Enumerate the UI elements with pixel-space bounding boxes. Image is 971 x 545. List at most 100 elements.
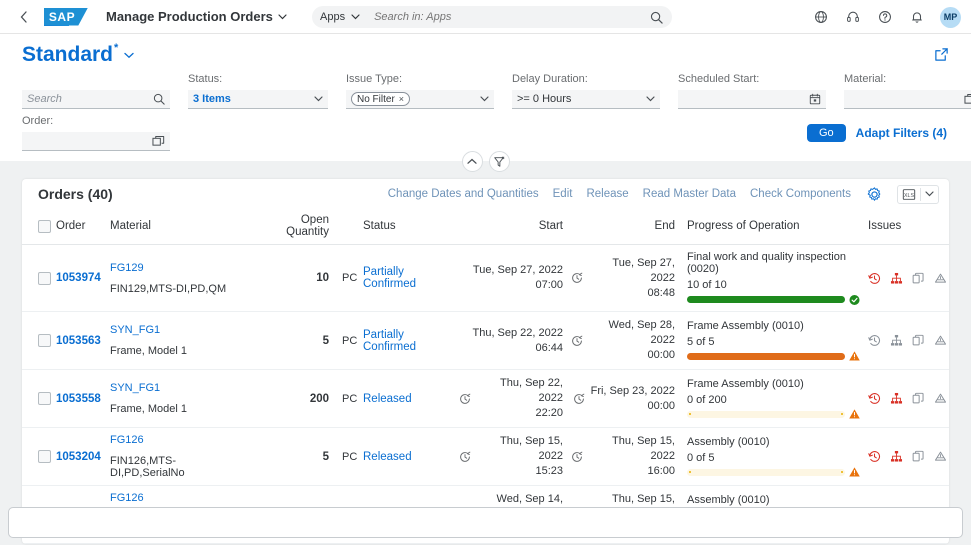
column-header-end[interactable]: End bbox=[567, 209, 679, 245]
documents-icon[interactable] bbox=[912, 334, 925, 347]
issue-type-token[interactable]: No Filter × bbox=[351, 92, 410, 106]
order-link[interactable]: 1053204 bbox=[56, 451, 101, 463]
bom-hierarchy-icon[interactable] bbox=[890, 392, 903, 405]
documents-icon[interactable] bbox=[912, 392, 925, 405]
order-link[interactable]: 1053558 bbox=[56, 393, 101, 405]
progress-bar bbox=[687, 469, 845, 476]
row-checkbox[interactable] bbox=[38, 450, 51, 463]
row-checkbox[interactable] bbox=[38, 392, 51, 405]
quality-warning-icon[interactable] bbox=[934, 450, 947, 463]
documents-icon[interactable] bbox=[912, 450, 925, 463]
filter-search-label bbox=[22, 73, 170, 87]
quality-warning-icon[interactable] bbox=[934, 334, 947, 347]
gear-icon[interactable] bbox=[865, 185, 883, 203]
column-header-order[interactable]: Order bbox=[52, 209, 106, 245]
status-link[interactable]: Partially Confirmed bbox=[363, 266, 416, 290]
value-help-icon[interactable] bbox=[152, 135, 165, 147]
search-scope-selector[interactable]: Apps bbox=[320, 11, 368, 23]
row-checkbox[interactable] bbox=[38, 334, 51, 347]
column-header-progress[interactable]: Progress of Operation bbox=[679, 209, 864, 245]
bom-hierarchy-icon[interactable] bbox=[890, 272, 903, 285]
check-components-button[interactable]: Check Components bbox=[750, 188, 851, 200]
share-export-icon[interactable] bbox=[934, 47, 949, 62]
delay-history-icon[interactable] bbox=[868, 272, 881, 285]
adapt-filters-button[interactable]: Adapt Filters (4) bbox=[856, 126, 947, 140]
edit-button[interactable]: Edit bbox=[553, 188, 573, 200]
search-icon[interactable] bbox=[153, 93, 165, 105]
check-circle-icon bbox=[849, 294, 860, 305]
status-link[interactable]: Partially Confirmed bbox=[363, 329, 416, 353]
column-header-status[interactable]: Status bbox=[359, 209, 455, 245]
close-icon[interactable]: × bbox=[399, 94, 404, 104]
globe-icon[interactable] bbox=[812, 8, 830, 26]
avatar[interactable]: MP bbox=[940, 7, 961, 28]
scheduled-start-input[interactable] bbox=[678, 90, 826, 109]
filter-search: Search bbox=[22, 73, 170, 109]
table-row[interactable]: 1053558SYN_FG1Frame, Model 1200PCRelease… bbox=[22, 370, 949, 428]
material-input[interactable] bbox=[844, 90, 971, 109]
column-header-open-quantity[interactable]: Open Quantity bbox=[251, 209, 333, 245]
delay-history-icon[interactable] bbox=[868, 334, 881, 347]
operation-name: Assembly (0010) bbox=[687, 494, 860, 506]
column-header-start[interactable]: Start bbox=[455, 209, 567, 245]
filter-delay-duration-label: Delay Duration: bbox=[512, 73, 660, 87]
order-link[interactable]: 1053563 bbox=[56, 335, 101, 347]
chevron-down-icon[interactable] bbox=[921, 191, 938, 197]
column-header-material[interactable]: Material bbox=[106, 209, 251, 245]
xls-export-icon[interactable]: XLS bbox=[898, 188, 920, 201]
table-header-row: Order Material Open Quantity Status Star… bbox=[22, 209, 949, 245]
column-header-uom bbox=[333, 209, 359, 245]
bom-hierarchy-icon[interactable] bbox=[890, 334, 903, 347]
status-link[interactable]: Released bbox=[363, 393, 412, 405]
quality-warning-icon[interactable] bbox=[934, 392, 947, 405]
app-page: SAP Manage Production Orders Apps bbox=[0, 0, 971, 545]
sap-logo[interactable]: SAP bbox=[44, 8, 88, 26]
table-row[interactable]: 1053204FG126FIN126,MTS-DI,PD,SerialNo5PC… bbox=[22, 428, 949, 486]
pin-filter-icon[interactable] bbox=[489, 151, 510, 172]
order-link[interactable]: 1053974 bbox=[56, 272, 101, 284]
material-link[interactable]: SYN_FG1 bbox=[110, 382, 247, 394]
help-icon[interactable] bbox=[876, 8, 894, 26]
material-link[interactable]: FG126 bbox=[110, 492, 247, 504]
search-icon[interactable] bbox=[648, 11, 664, 24]
start-date: Thu, Sep 22, 2022 bbox=[472, 326, 563, 341]
select-all-checkbox[interactable] bbox=[38, 220, 51, 233]
go-button[interactable]: Go bbox=[807, 124, 846, 142]
status-link[interactable]: Released bbox=[363, 451, 412, 463]
status-select[interactable]: 3 Items bbox=[188, 90, 328, 109]
column-header-issues[interactable]: Issues bbox=[864, 209, 949, 245]
release-button[interactable]: Release bbox=[586, 188, 628, 200]
quality-warning-icon[interactable] bbox=[934, 272, 947, 285]
delay-history-icon[interactable] bbox=[868, 450, 881, 463]
chevron-up-icon[interactable] bbox=[462, 151, 483, 172]
material-cell: FG126FIN126,MTS-DI,PD,SerialNo bbox=[106, 428, 251, 486]
table-row[interactable]: 1053563SYN_FG1Frame, Model 15PCPartially… bbox=[22, 312, 949, 370]
search-input[interactable]: Search bbox=[22, 90, 170, 109]
material-link[interactable]: FG126 bbox=[110, 434, 247, 446]
headset-icon[interactable] bbox=[844, 8, 862, 26]
issue-type-select[interactable]: No Filter × bbox=[346, 90, 494, 109]
change-dates-quantities-button[interactable]: Change Dates and Quantities bbox=[388, 188, 539, 200]
value-help-icon[interactable] bbox=[964, 93, 971, 105]
material-link[interactable]: FG129 bbox=[110, 262, 247, 274]
read-master-data-button[interactable]: Read Master Data bbox=[643, 188, 736, 200]
order-input[interactable] bbox=[22, 132, 170, 151]
delay-duration-select[interactable]: >= 0 Hours bbox=[512, 90, 660, 109]
row-checkbox[interactable] bbox=[38, 272, 51, 285]
back-button[interactable] bbox=[12, 6, 34, 28]
table-row[interactable]: 1053974FG129FIN129,MTS-DI,PD,QM10PCParti… bbox=[22, 245, 949, 312]
shell-search-input[interactable] bbox=[368, 11, 648, 23]
app-title[interactable]: Manage Production Orders bbox=[106, 9, 287, 24]
row-select-cell bbox=[22, 312, 52, 370]
delay-history-icon[interactable] bbox=[868, 392, 881, 405]
documents-icon[interactable] bbox=[912, 272, 925, 285]
bom-hierarchy-icon[interactable] bbox=[890, 450, 903, 463]
progress-count: 10 of 10 bbox=[687, 279, 860, 291]
bell-icon[interactable] bbox=[908, 8, 926, 26]
variant-selector[interactable]: Standard* bbox=[22, 44, 134, 65]
material-link[interactable]: SYN_FG1 bbox=[110, 324, 247, 336]
table-toolbar: Orders (40) Change Dates and Quantities … bbox=[22, 179, 949, 209]
shell-search[interactable]: Apps bbox=[312, 6, 672, 28]
issues-cell bbox=[864, 370, 949, 428]
calendar-icon[interactable] bbox=[809, 93, 821, 105]
